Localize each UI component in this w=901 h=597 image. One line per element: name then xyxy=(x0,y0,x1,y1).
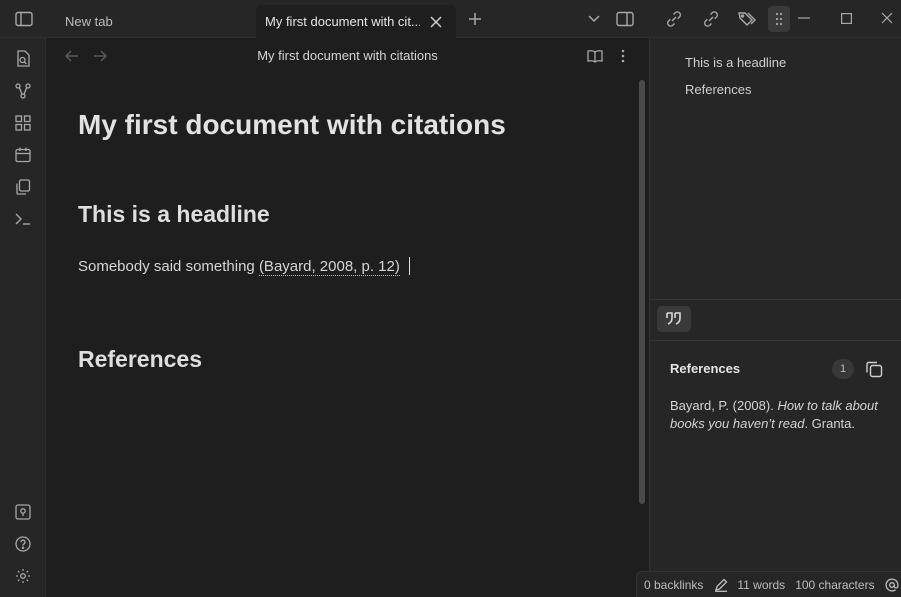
file-search-icon[interactable] xyxy=(13,49,33,69)
references-count-badge: 1 xyxy=(832,359,854,379)
reference-author-year: Bayard, P. (2008). xyxy=(670,398,778,413)
left-ribbon xyxy=(0,38,46,597)
quote-icon[interactable] xyxy=(657,306,691,332)
minimize-icon[interactable] xyxy=(795,9,813,27)
close-window-icon[interactable] xyxy=(878,9,896,27)
chevron-down-icon[interactable] xyxy=(585,10,603,28)
outline-item-references[interactable]: References xyxy=(685,82,751,97)
sidebar-divider xyxy=(650,340,901,341)
sidebar-divider xyxy=(650,299,901,300)
outline-item-headline[interactable]: This is a headline xyxy=(685,55,786,70)
pencil-icon[interactable] xyxy=(714,578,728,592)
text-cursor xyxy=(408,257,410,275)
title-bar: New tab My first document with cit... xyxy=(0,0,901,38)
drag-handle-icon[interactable] xyxy=(768,6,790,32)
sidebar-toggle-icon[interactable] xyxy=(14,9,34,29)
editor-pane: My first document with citations My firs… xyxy=(46,38,649,597)
tab-label: New tab xyxy=(65,14,113,29)
word-count: 11 words xyxy=(737,577,786,592)
paragraph: Somebody said something (Bayard, 2008, p… xyxy=(78,257,410,276)
graph-icon[interactable] xyxy=(13,81,33,101)
references-panel-title: References xyxy=(670,361,741,376)
calendar-icon[interactable] xyxy=(13,145,33,165)
view-header-title[interactable]: My first document with citations xyxy=(46,48,649,63)
reading-mode-book-icon[interactable] xyxy=(586,47,604,65)
tags-icon[interactable] xyxy=(737,9,757,29)
link-icon[interactable] xyxy=(664,9,684,29)
headline-heading: This is a headline xyxy=(78,201,270,227)
help-icon[interactable] xyxy=(13,534,33,554)
character-count: 100 characters xyxy=(795,577,875,592)
inline-citation[interactable]: (Bayard, 2008, p. 12) xyxy=(258,258,400,276)
status-bar: 0 backlinks 11 words 100 characters xyxy=(636,571,901,597)
plus-icon[interactable] xyxy=(466,10,484,28)
references-heading: References xyxy=(78,346,203,372)
reference-publisher: . Granta. xyxy=(804,416,856,431)
document-title-heading: My first document with citations xyxy=(78,109,506,140)
grid-icon[interactable] xyxy=(13,113,33,133)
link-out-icon[interactable] xyxy=(701,9,721,29)
terminal-icon[interactable] xyxy=(13,209,33,229)
right-sidebar: This is a headline References References… xyxy=(649,38,901,597)
copy-references-icon[interactable] xyxy=(864,359,884,379)
copy-icon[interactable] xyxy=(13,177,33,197)
tab-new-tab[interactable]: New tab xyxy=(56,5,254,38)
maximize-icon[interactable] xyxy=(837,9,855,27)
close-icon[interactable] xyxy=(428,14,444,30)
settings-icon[interactable] xyxy=(13,566,33,586)
backlinks-count[interactable]: 0 backlinks xyxy=(644,578,703,592)
reference-entry[interactable]: Bayard, P. (2008). How to talk about boo… xyxy=(670,397,896,433)
editor-scrollbar[interactable] xyxy=(639,80,645,504)
more-options-icon[interactable] xyxy=(614,47,632,65)
tab-active-document[interactable]: My first document with cit... xyxy=(256,5,456,38)
vault-icon[interactable] xyxy=(13,502,33,522)
tab-label: My first document with cit... xyxy=(265,14,420,29)
paragraph-text: Somebody said something xyxy=(78,258,259,275)
sidebar-right-toggle-icon[interactable] xyxy=(615,9,635,29)
at-sign-icon[interactable] xyxy=(885,578,899,592)
